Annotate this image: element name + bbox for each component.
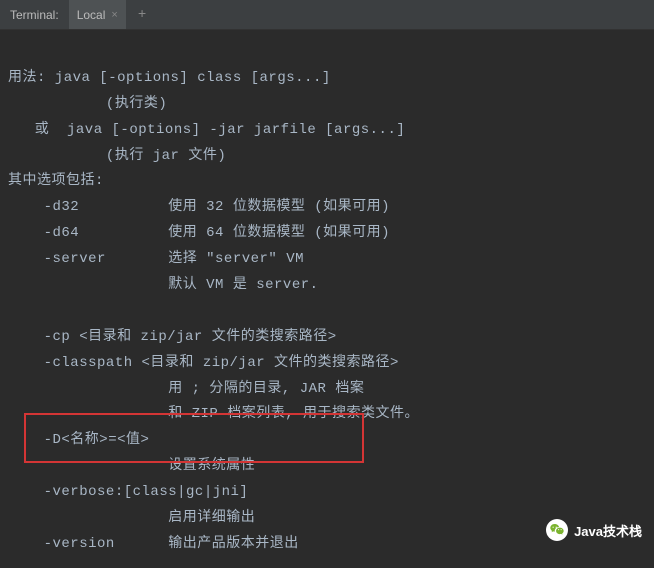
- close-icon[interactable]: ×: [111, 9, 117, 21]
- output-line: 用 ; 分隔的目录, JAR 档案: [8, 381, 364, 397]
- output-line: -D<名称>=<值>: [8, 432, 149, 448]
- output-line: -verbose:[class|gc|jni]: [8, 484, 248, 500]
- tab-title: Local: [77, 8, 106, 22]
- terminal-tab-bar: Terminal: Local × +: [0, 0, 654, 30]
- output-line: 用法: java [-options] class [args...]: [8, 70, 331, 86]
- output-line: 其中选项包括:: [8, 173, 104, 189]
- terminal-panel-label: Terminal:: [0, 8, 69, 22]
- output-line: 默认 VM 是 server.: [8, 277, 319, 293]
- output-line: 设置系统属性: [8, 458, 255, 474]
- output-line: (执行类): [8, 96, 167, 112]
- output-line: -cp <目录和 zip/jar 文件的类搜索路径>: [8, 329, 337, 345]
- output-line: (执行 jar 文件): [8, 148, 226, 164]
- output-line: 和 ZIP 档案列表, 用于搜索类文件。: [8, 406, 419, 422]
- watermark-text: Java技术栈: [574, 521, 642, 540]
- watermark: Java技术栈: [546, 519, 642, 541]
- output-line: -version 输出产品版本并退出: [8, 536, 299, 552]
- terminal-tab-local[interactable]: Local ×: [69, 0, 126, 29]
- output-line: -classpath <目录和 zip/jar 文件的类搜索路径>: [8, 355, 399, 371]
- output-line: 启用详细输出: [8, 510, 255, 526]
- wechat-icon: [546, 519, 568, 541]
- output-line: -d32 使用 32 位数据模型 (如果可用): [8, 199, 390, 215]
- output-line: -server 选择 "server" VM: [8, 251, 304, 267]
- add-tab-icon[interactable]: +: [138, 7, 146, 23]
- terminal-output[interactable]: 用法: java [-options] class [args...] (执行类…: [0, 30, 654, 568]
- output-line: 或 java [-options] -jar jarfile [args...]: [8, 122, 405, 138]
- output-line: -d64 使用 64 位数据模型 (如果可用): [8, 225, 390, 241]
